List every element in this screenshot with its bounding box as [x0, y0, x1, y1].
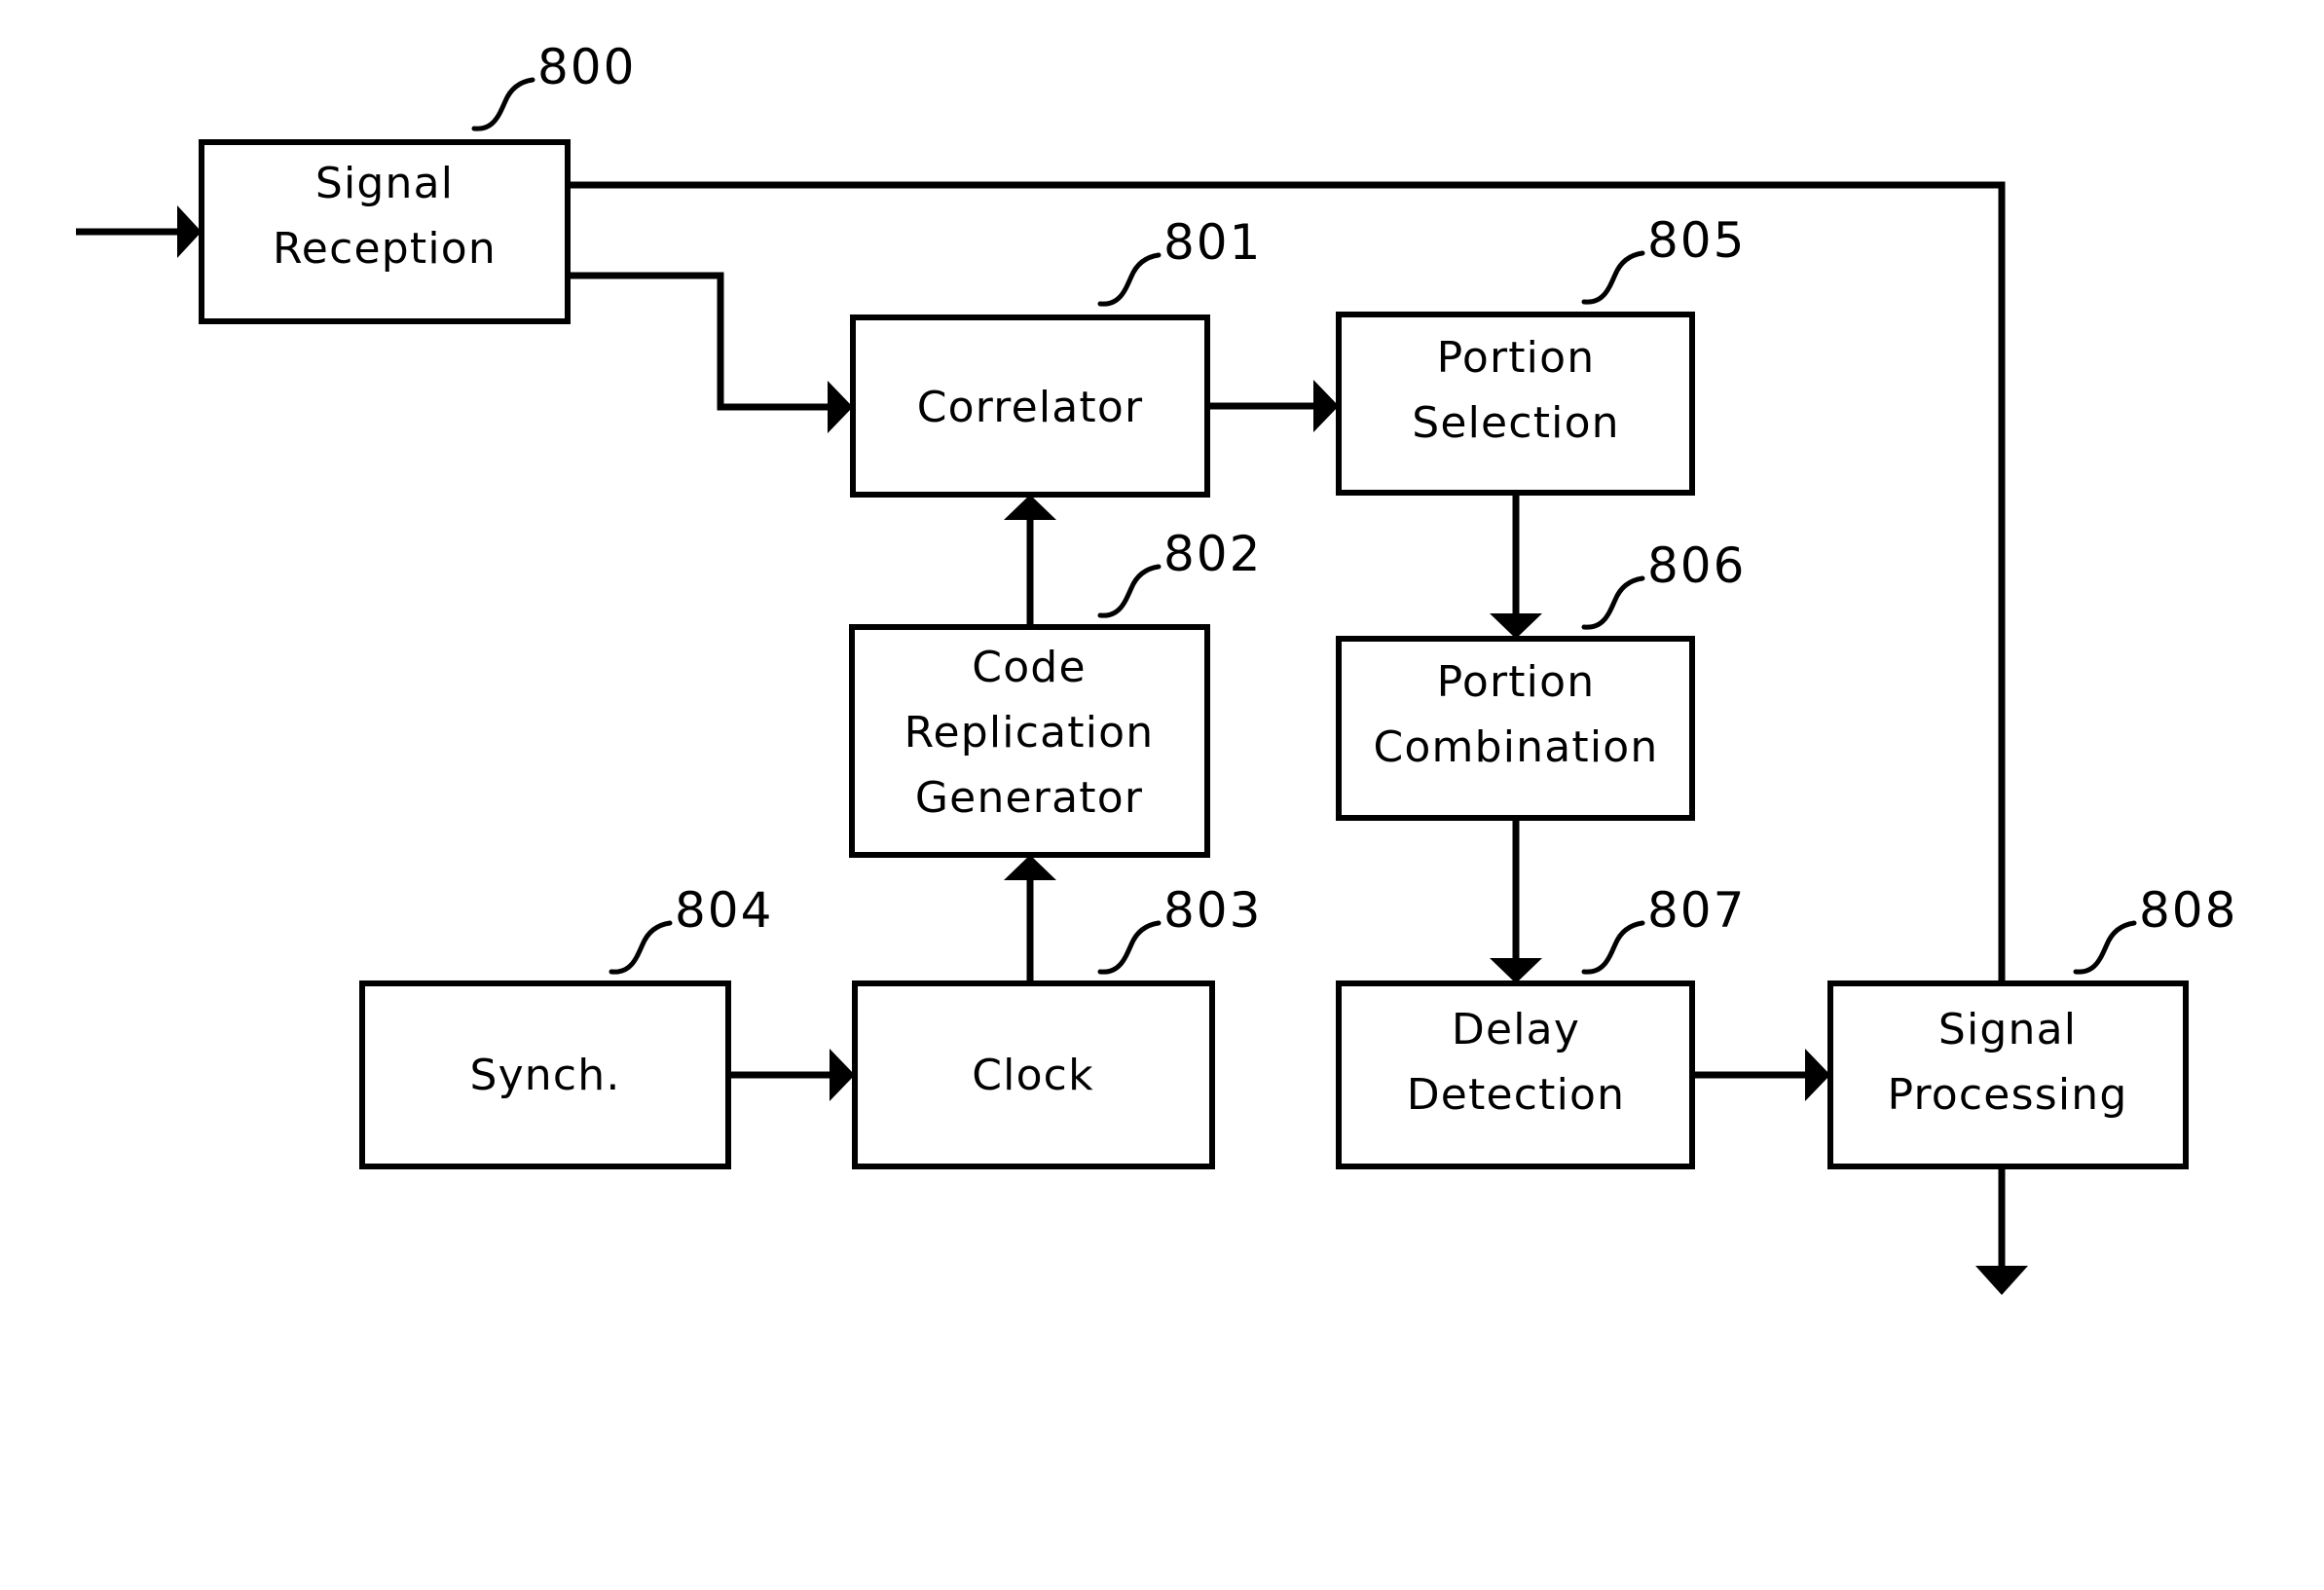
block-signal-reception-label-line-1: Signal — [315, 159, 454, 208]
reference-numeral-804-text: 804 — [675, 882, 773, 939]
reference-numeral-801-text: 801 — [1163, 214, 1262, 271]
reference-numeral-802: 802 — [1097, 526, 1262, 618]
reference-numeral-808: 808 — [2073, 882, 2237, 975]
block-portion-selection-label-line-2: Selection — [1412, 398, 1620, 448]
block-diagram: Signal Reception 800 Correlator 801 Port… — [76, 39, 2237, 1295]
figure-canvas: Signal Reception 800 Correlator 801 Port… — [0, 0, 2324, 1590]
block-code-replication-generator[interactable]: Code Replication Generator — [849, 624, 1210, 858]
connector-portion-combination-to-delay-detection — [1490, 818, 1542, 983]
reference-numeral-806-text: 806 — [1647, 537, 1746, 594]
block-portion-combination-label-line-1: Portion — [1437, 657, 1596, 707]
arrowhead-icon — [830, 1049, 855, 1101]
block-synch[interactable]: Synch. — [359, 980, 731, 1169]
reference-numeral-803: 803 — [1097, 882, 1262, 975]
reference-numeral-808-text: 808 — [2139, 882, 2237, 939]
reference-numeral-803-text: 803 — [1163, 882, 1262, 939]
arrowhead-icon — [1004, 855, 1056, 880]
block-code-replication-generator-label-line-2: Replication — [904, 708, 1155, 758]
arrowhead-icon — [1975, 1266, 2028, 1295]
connector-correlator-to-portion-selection — [1207, 380, 1339, 432]
block-delay-detection-label-line-1: Delay — [1452, 1005, 1580, 1054]
block-correlator[interactable]: Correlator — [850, 314, 1210, 498]
reference-numeral-802-text: 802 — [1163, 526, 1262, 582]
reference-numeral-805-text: 805 — [1647, 212, 1746, 269]
connector-synch-to-clock — [728, 1049, 855, 1101]
block-portion-combination-label-line-2: Combination — [1374, 722, 1659, 772]
block-delay-detection[interactable]: Delay Detection — [1336, 980, 1695, 1169]
arrowhead-icon — [1805, 1049, 1830, 1101]
reference-numeral-800: 800 — [471, 39, 636, 131]
connector-signal-processing-output — [1975, 1166, 2028, 1295]
arrowhead-icon — [828, 381, 853, 433]
arrowhead-icon — [177, 205, 202, 258]
connector-input-to-signal-reception — [76, 205, 202, 258]
reference-numeral-807: 807 — [1581, 882, 1746, 975]
connector-delay-detection-to-signal-processing — [1692, 1049, 1830, 1101]
arrowhead-icon — [1004, 495, 1056, 520]
block-signal-processing-label-line-2: Processing — [1888, 1070, 2128, 1120]
arrowhead-icon — [1313, 380, 1339, 432]
block-signal-processing[interactable]: Signal Processing — [1827, 980, 2189, 1169]
connector-signal-reception-to-correlator — [568, 272, 853, 433]
reference-numeral-807-text: 807 — [1647, 882, 1746, 939]
block-portion-selection[interactable]: Portion Selection — [1336, 312, 1695, 496]
block-clock[interactable]: Clock — [852, 980, 1215, 1169]
reference-numeral-800-text: 800 — [537, 39, 636, 95]
block-correlator-label-line-1: Correlator — [917, 383, 1144, 432]
connector-code-replication-generator-to-correlator — [1004, 495, 1056, 627]
arrowhead-icon — [1490, 613, 1542, 639]
reference-numeral-806: 806 — [1581, 537, 1746, 630]
reference-numeral-804: 804 — [609, 882, 773, 975]
block-signal-reception[interactable]: Signal Reception — [199, 139, 571, 324]
connector-clock-to-code-replication-generator — [1004, 855, 1056, 983]
block-signal-processing-label-line-1: Signal — [1938, 1005, 2077, 1054]
block-synch-label-line-1: Synch. — [469, 1051, 620, 1100]
block-clock-label-line-1: Clock — [972, 1051, 1094, 1100]
connector-portion-selection-to-portion-combination — [1490, 493, 1542, 639]
block-portion-selection-label-line-1: Portion — [1437, 333, 1596, 383]
block-signal-reception-label-line-2: Reception — [273, 224, 497, 274]
arrowhead-icon — [1490, 958, 1542, 983]
reference-numeral-801: 801 — [1097, 214, 1262, 307]
block-code-replication-generator-label-line-3: Generator — [915, 773, 1143, 823]
reference-numeral-805: 805 — [1581, 212, 1746, 305]
connector-signal-reception-to-signal-processing — [568, 181, 2006, 983]
block-code-replication-generator-label-line-1: Code — [972, 643, 1086, 692]
block-delay-detection-label-line-2: Detection — [1407, 1070, 1626, 1120]
block-portion-combination[interactable]: Portion Combination — [1336, 636, 1695, 821]
